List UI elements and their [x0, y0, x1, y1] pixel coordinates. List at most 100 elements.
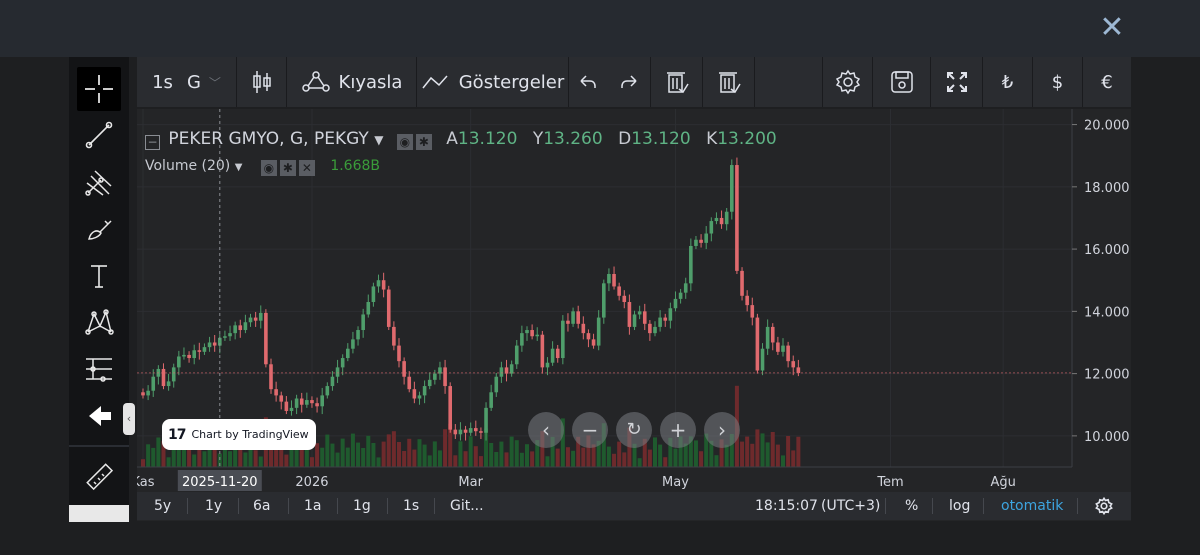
candle-body	[525, 330, 529, 334]
range-1s[interactable]: 1s	[403, 492, 419, 520]
range-6a[interactable]: 6a	[253, 492, 271, 520]
volume-bar	[397, 442, 401, 467]
candle-body	[412, 389, 417, 399]
pattern-tool-icon[interactable]	[77, 300, 121, 344]
range-5y[interactable]: 5y	[154, 492, 171, 520]
time-tick-label: Ağu	[990, 475, 1015, 490]
scroll-right-icon[interactable]: ›	[704, 412, 740, 448]
indicators-button[interactable]: Göstergeler	[417, 57, 569, 107]
fib-levels-icon[interactable]	[77, 347, 121, 391]
volume-bar	[453, 455, 458, 467]
volume-bar	[376, 457, 381, 467]
volume-bar	[463, 451, 468, 467]
delete-indicators-button[interactable]	[703, 57, 755, 107]
volume-bar	[258, 456, 263, 467]
candle-body	[786, 345, 790, 362]
zoom-out-icon[interactable]: −	[572, 412, 608, 448]
candle-body	[433, 373, 437, 380]
volume-bar	[304, 447, 309, 467]
close-icon[interactable]: ✕	[298, 160, 315, 176]
ruler-icon[interactable]	[77, 455, 121, 499]
volume-bar	[740, 441, 745, 467]
back-arrow-icon[interactable]	[77, 394, 121, 438]
candle-body	[371, 286, 376, 303]
volume-bar	[499, 441, 504, 467]
gear-icon[interactable]: ✱	[279, 160, 296, 176]
settings-button[interactable]	[823, 57, 873, 107]
candle-type-button[interactable]	[237, 57, 287, 107]
range-1y[interactable]: 1y	[205, 492, 222, 520]
tradingview-badge[interactable]: 17 Chart by TradingView	[162, 419, 316, 450]
currency-euro-button[interactable]: €	[1083, 57, 1131, 107]
chevron-down-icon[interactable]: ▼	[374, 133, 383, 147]
volume-bar	[320, 447, 325, 467]
goto-date-button[interactable]: Git...	[450, 492, 484, 520]
fullscreen-button[interactable]	[931, 57, 983, 107]
candle-body	[642, 311, 647, 324]
volume-bar	[146, 444, 151, 467]
timezone-button[interactable]: (UTC+3)	[821, 492, 880, 520]
delete-drawings-button[interactable]	[651, 57, 703, 107]
text-tool-icon[interactable]	[77, 254, 121, 298]
zoom-in-icon[interactable]: +	[660, 412, 696, 448]
brush-icon[interactable]	[77, 207, 121, 251]
auto-scale-button[interactable]: otomatik	[1001, 492, 1063, 520]
candle-body	[361, 314, 365, 331]
candle-body	[284, 401, 289, 411]
candle-body	[392, 326, 396, 346]
candle-body	[689, 245, 693, 284]
reset-icon[interactable]: ↻	[616, 412, 652, 448]
gear-icon[interactable]: ✱	[415, 134, 432, 150]
collapse-toolbar-icon[interactable]: ‹	[123, 403, 135, 435]
volume-bar	[402, 451, 407, 467]
redo-button[interactable]	[607, 57, 651, 107]
interval-label: 1s	[152, 71, 173, 93]
volume-bar	[581, 447, 586, 467]
candle-body	[509, 364, 514, 374]
candle-body	[407, 376, 412, 390]
candle-body	[765, 326, 770, 349]
volume-bar	[371, 443, 376, 467]
currency-lira-button[interactable]: ₺	[983, 57, 1033, 107]
range-1a[interactable]: 1a	[304, 492, 322, 520]
candle-body	[233, 325, 237, 334]
low-value: 13.120	[631, 129, 691, 149]
time-tick-label: Tem	[876, 475, 903, 490]
pitchfork-icon[interactable]	[77, 160, 121, 204]
scroll-left-icon[interactable]: ‹	[528, 412, 564, 448]
eye-icon[interactable]: ◉	[396, 134, 413, 150]
collapse-legend-icon[interactable]: −	[145, 135, 160, 150]
volume-bar	[366, 435, 371, 467]
volume-bar	[166, 457, 171, 467]
crosshair-icon[interactable]	[77, 67, 121, 111]
volume-bar	[187, 448, 192, 467]
price-tick-label: 14.000	[1084, 305, 1130, 320]
chevron-down-icon[interactable]: ▼	[235, 162, 243, 173]
currency-dollar-button[interactable]: $	[1033, 57, 1083, 107]
candle-body	[535, 334, 540, 337]
time-tick-label: May	[662, 475, 689, 490]
candle-body	[694, 239, 698, 246]
volume-bar	[519, 452, 524, 467]
undo-button[interactable]	[569, 57, 607, 107]
candle-body	[335, 367, 340, 377]
log-scale-button[interactable]: log	[949, 492, 970, 520]
time-tick-label: 2026	[295, 475, 328, 490]
symbol-title[interactable]: PEKER GMYO, G, PEKGY	[168, 129, 368, 149]
candle-body	[299, 398, 304, 405]
save-button[interactable]	[873, 57, 931, 107]
volume-label[interactable]: Volume (20)	[145, 158, 230, 174]
bottom-toolbar: 5y 1y 6a 1a 1g 1s Git... 18:15:07 (UTC+3…	[137, 492, 1131, 520]
range-1g[interactable]: 1g	[353, 492, 371, 520]
candle-body	[320, 395, 324, 407]
interval-selector[interactable]: 1s G ﹀	[137, 57, 237, 107]
gear-icon[interactable]	[1095, 492, 1113, 520]
percent-scale-button[interactable]: %	[905, 492, 918, 520]
close-icon[interactable]: ✕	[1096, 12, 1128, 44]
compare-button[interactable]: Kıyasla	[287, 57, 417, 107]
trend-line-icon[interactable]	[77, 113, 121, 157]
candle-body	[330, 376, 335, 387]
candle-body	[463, 429, 468, 433]
candle-body	[566, 320, 570, 324]
eye-icon[interactable]: ◉	[260, 160, 277, 176]
